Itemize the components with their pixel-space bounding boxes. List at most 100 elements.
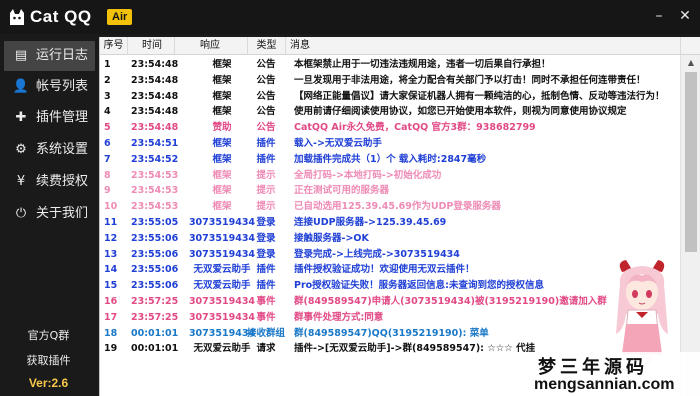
- row-index: 7: [104, 153, 111, 165]
- title-bar: Cat QQ Air – ✕: [0, 0, 700, 34]
- sidebar-item-settings[interactable]: ⚙ 系统设置: [4, 135, 95, 165]
- row-index: 3: [104, 90, 111, 102]
- table-row[interactable]: 16 23:57:25 3073519434 事件 群(849589547)申请人(30…: [100, 294, 680, 309]
- row-index: 1: [104, 59, 111, 70]
- watermark: 梦三年源码 mengsannian.com: [528, 352, 700, 396]
- row-index: 10: [104, 201, 118, 213]
- table-row[interactable]: 8 23:54:53 框架 提示 全局打码->本地打码->初始化成功: [100, 168, 680, 183]
- log-icon: ▤: [14, 48, 28, 63]
- mascot-image: [616, 260, 668, 364]
- sidebar: ▤ 运行日志 👤 帐号列表 ✚ 插件管理 ⚙ 系统设置 ¥ 续费授权 ⏻ 关于我们 官方Q群…: [0, 34, 97, 396]
- column-header-time[interactable]: 时间: [128, 37, 175, 55]
- scroll-thumb[interactable]: [685, 72, 697, 252]
- sidebar-item-about[interactable]: ⏻ 关于我们: [4, 199, 95, 229]
- column-header-type[interactable]: 类型: [248, 37, 286, 55]
- row-index: 19: [104, 343, 118, 355]
- watermark-url: mengsannian.com: [534, 376, 675, 393]
- row-type: 插件: [256, 153, 276, 165]
- power-icon: ⏻: [15, 206, 27, 221]
- row-type: 提示: [256, 185, 276, 197]
- table-row[interactable]: 2 23:54:48 框架 公告 一旦发现用于非法用途，将全力配合有关部门予以打击！同时…: [100, 73, 680, 88]
- column-header-response[interactable]: 响应: [175, 37, 248, 55]
- official-group-link[interactable]: 官方Q群: [0, 327, 97, 343]
- sidebar-item-label: 续费授权: [36, 174, 89, 189]
- table-row[interactable]: 12 23:55:06 3073519434 登录 接触服务器->OK: [100, 231, 680, 246]
- row-message: CatQQ Air永久免费，CatQQ 官方3群：938682799: [294, 122, 536, 134]
- column-header-message[interactable]: 消息: [286, 37, 681, 55]
- sidebar-item-accounts[interactable]: 👤 帐号列表: [4, 72, 95, 102]
- row-type: 插件: [256, 280, 276, 292]
- row-index: 17: [104, 311, 118, 323]
- sidebar-item-label: 帐号列表: [36, 79, 89, 94]
- row-type: 插件: [256, 264, 276, 276]
- edition-badge: Air: [107, 9, 133, 25]
- row-index: 18: [104, 327, 118, 339]
- table-row[interactable]: 7 23:54:52 框架 插件 加载插件完成共（1）个 载入耗时:2847毫秒: [100, 152, 680, 167]
- table-row[interactable]: 1 23:54:48 框架 公告 本框架禁止用于一切违法违规用途，违者一切后果自行承担！: [100, 57, 680, 72]
- sidebar-item-label: 关于我们: [36, 206, 89, 221]
- row-type: 接收群组: [246, 327, 285, 339]
- table-row[interactable]: 10 23:54:53 框架 提示 已自动选用125.39.45.69作为UDP登录服务…: [100, 199, 680, 214]
- row-type: 登录: [256, 232, 276, 244]
- row-type: 公告: [256, 122, 276, 134]
- table-row[interactable]: 14 23:55:06 无双爱云助手 插件 插件授权验证成功！欢迎使用无双云插件！: [100, 262, 680, 277]
- row-index: 5: [104, 122, 111, 134]
- table-header: 序号 时间 响应 类型 消息: [100, 37, 700, 55]
- row-index: 2: [104, 74, 111, 86]
- sidebar-item-label: 插件管理: [36, 110, 89, 125]
- row-message: 接触服务器->OK: [294, 232, 369, 244]
- table-row[interactable]: 3 23:54:48 框架 公告 【网络正能量倡议】请大家保证机器人拥有一颗纯洁的心，抵…: [100, 89, 680, 104]
- row-index: 12: [104, 232, 118, 244]
- minimize-button[interactable]: –: [650, 6, 668, 26]
- row-type: 公告: [256, 90, 276, 102]
- yen-icon: ¥: [16, 174, 26, 189]
- row-message: 全局打码->本地打码->初始化成功: [294, 169, 442, 181]
- close-button[interactable]: ✕: [676, 6, 694, 26]
- row-index: 6: [104, 138, 111, 149]
- row-message: 本框架禁止用于一切违法违规用途，违者一切后果自行承担！: [294, 59, 551, 70]
- sidebar-item-renewal[interactable]: ¥ 续费授权: [4, 167, 95, 197]
- row-message: 【网络正能量倡议】请大家保证机器人拥有一颗纯洁的心，抵制色情、反动等违法行为！: [294, 90, 665, 102]
- row-index: 16: [104, 296, 118, 307]
- sidebar-item-label: 系统设置: [36, 142, 89, 157]
- cat-logo-icon: [10, 9, 24, 25]
- row-index: 11: [104, 217, 118, 228]
- table-row[interactable]: 6 23:54:51 框架 插件 载入->无双爱云助手: [100, 136, 680, 151]
- row-type: 事件: [256, 311, 276, 323]
- row-type: 公告: [256, 106, 276, 118]
- table-row[interactable]: 15 23:55:06 无双爱云助手 插件 Pro授权验证失败！服务器返回信息:未查询到…: [100, 278, 680, 293]
- row-index: 14: [104, 264, 118, 276]
- row-type: 事件: [256, 296, 276, 307]
- table-row[interactable]: 17 23:57:25 3073519434 事件 群事件处理方式:同意: [100, 310, 680, 325]
- gear-icon: ⚙: [15, 142, 27, 157]
- row-type: 插件: [256, 138, 276, 149]
- row-type: 提示: [256, 201, 276, 213]
- table-row[interactable]: 5 23:54:48 赞助 公告 CatQQ Air永久免费，CatQQ 官方3群：93…: [100, 120, 680, 135]
- row-index: 8: [104, 169, 111, 181]
- row-type: 登录: [256, 217, 276, 228]
- sidebar-item-plugins[interactable]: ✚ 插件管理: [4, 103, 95, 133]
- log-table: 序号 时间 响应 类型 消息 1 23:54:48 框架 公告 本框架禁止用于一切违法违…: [99, 37, 700, 396]
- row-message: 载入->无双爱云助手: [294, 138, 382, 149]
- get-plugins-link[interactable]: 获取插件: [0, 352, 97, 368]
- row-message: 一旦发现用于非法用途，将全力配合有关部门予以打击！同时不承担任何连带责任！: [294, 74, 646, 86]
- vertical-scrollbar[interactable]: ▲: [680, 55, 700, 396]
- app-title: Cat QQ: [30, 7, 92, 26]
- table-row[interactable]: 4 23:54:48 框架 公告 使用前请仔细阅读使用协议，如您已开始使用本软件，则视为…: [100, 104, 680, 119]
- table-row[interactable]: 18 00:01:01 3073519434 接收群组 群(849589547)QQ(3…: [100, 326, 680, 341]
- version-label: Ver:2.6: [28, 376, 69, 390]
- row-type: 请求: [256, 343, 276, 355]
- sidebar-item-run-log[interactable]: ▤ 运行日志: [4, 41, 95, 71]
- scroll-up-icon[interactable]: ▲: [681, 55, 700, 71]
- row-index: 4: [104, 106, 111, 118]
- table-row[interactable]: 9 23:54:53 框架 提示 正在测试可用的服务器: [100, 183, 680, 198]
- table-row[interactable]: 13 23:55:06 3073519434 登录 登录完成->上线完成->307351…: [100, 247, 680, 262]
- table-row[interactable]: 11 23:55:05 3073519434 登录 连接UDP服务器->125.39.4…: [100, 215, 680, 230]
- row-index: 13: [104, 248, 118, 260]
- row-type: 提示: [256, 169, 276, 181]
- user-icon: 👤: [12, 79, 30, 94]
- column-header-index[interactable]: 序号: [100, 37, 128, 55]
- row-type: 公告: [256, 74, 276, 86]
- row-message: 连接UDP服务器->125.39.45.69: [294, 217, 447, 228]
- row-index: 9: [104, 185, 111, 197]
